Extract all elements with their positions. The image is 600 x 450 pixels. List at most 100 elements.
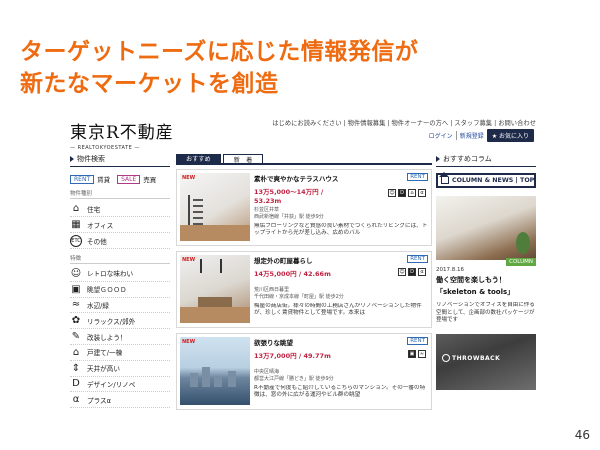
throwback-icon [442, 354, 450, 362]
deal-type-row: RENT 賃貸 SALE 売買 [70, 174, 170, 184]
column-photo[interactable]: COLUMN [436, 196, 536, 266]
column-subtitle[interactable]: 「skeleton & tools」 [436, 287, 536, 297]
feature-icons: ☺ D ⌂ α [388, 189, 426, 197]
rent-label[interactable]: 賃貸 [97, 174, 110, 184]
water-icon: ≈ [418, 350, 426, 358]
listing-title[interactable]: 欲張りな眺望 [254, 337, 428, 347]
listing-area: 53.23m [254, 197, 282, 205]
feature-item[interactable]: ⇕ 天井が高い [70, 361, 170, 377]
website-screenshot: 東京R不動産 — REALTOKYOESTATE — はじめにお読みください |… [70, 114, 536, 432]
column-title[interactable]: 働く空間を楽しもう！ [436, 275, 536, 285]
property-type-list: ⌂ 住宅 ▦ オフィス ETC その他 [70, 201, 170, 249]
feature-item[interactable]: D デザイン/リノベ [70, 377, 170, 393]
login-link[interactable]: ログイン [429, 131, 453, 140]
view-icon: ▣ [408, 350, 416, 358]
page-number: 46 [574, 428, 590, 442]
office-icon: ▦ [71, 219, 81, 230]
tab-recommended[interactable]: おすすめ [176, 154, 221, 163]
triangle-marker-icon [70, 156, 74, 162]
feature-item[interactable]: ✿ リラックス/郊外 [70, 313, 170, 330]
retro-icon: ☺ [398, 268, 406, 276]
tab-new[interactable]: 新 着 [222, 154, 264, 164]
building-shape [190, 373, 198, 387]
feature-item[interactable]: ≈ 水辺/緑 [70, 298, 170, 314]
feature-label: 水辺/緑 [87, 301, 110, 310]
feature-label: デザイン/リノベ [87, 380, 136, 389]
feature-label: 改装しよう！ [87, 333, 127, 342]
listing-price: 13万7,000円 / 49.77m [254, 352, 331, 360]
feature-label: 眺望ＧＯＯＤ [87, 286, 127, 295]
feature-item[interactable]: α プラスα [70, 392, 170, 409]
feature-item[interactable]: ▣ 眺望ＧＯＯＤ [70, 282, 170, 298]
listing-title[interactable]: 想定外の町屋暮らし [254, 255, 428, 265]
view-icon: ▣ [71, 283, 81, 295]
site-logo[interactable]: 東京R不動産 — REALTOKYOESTATE — [70, 118, 180, 151]
column-header: おすすめコラム [436, 154, 536, 167]
floor-shape [180, 307, 250, 323]
type-item[interactable]: ▦ オフィス [70, 217, 170, 233]
listing-photo[interactable]: NEW [180, 337, 250, 405]
design-icon: D [398, 189, 406, 197]
lamp-shape [200, 259, 202, 273]
type-label: オフィス [87, 221, 114, 230]
type-item[interactable]: ETC その他 [70, 233, 170, 249]
house-icon: ⌂ [72, 203, 80, 214]
listing-photo[interactable]: NEW [180, 173, 250, 241]
listing-location: 中央区晴海 都営大江戸線「勝どき」駅 徒歩9分 [254, 369, 334, 382]
register-link[interactable]: 新規登録 [455, 131, 484, 140]
water-icon: ≈ [71, 299, 81, 311]
rent-tag[interactable]: RENT [70, 174, 95, 184]
favorites-button[interactable]: ★ お気に入り [486, 129, 534, 142]
column-news-top-button[interactable]: COLUMN & NEWS | TOP [436, 172, 536, 188]
detached-icon: ⌂ [72, 346, 80, 358]
listing-card[interactable]: NEW 欲張りな眺望 RENT 13万7,000円 / 49.77m ▣ ≈ 中… [176, 333, 432, 410]
listing-info: 欲張りな眺望 RENT 13万7,000円 / 49.77m ▣ ≈ 中央区晴海… [254, 337, 428, 406]
new-badge: NEW [182, 175, 196, 181]
listing-cards: NEW 素朴で爽やかなテラスハウス RENT 13万5,000〜14万円 / 5… [176, 169, 432, 410]
retro-icon: ☺ [388, 189, 396, 197]
rent-badge: RENT [407, 337, 428, 345]
type-item[interactable]: ⌂ 住宅 [70, 201, 170, 217]
logo-text: 東京R不動産 [70, 123, 174, 143]
type-label: その他 [87, 237, 107, 246]
listing-location: 杉並区井草 西武新宿線「井荻」駅 徒歩9分 [254, 207, 324, 220]
resort-icon: ✿ [71, 315, 81, 327]
detached-icon: ⌂ [408, 189, 416, 197]
listing-description: 梅屋の商店街。様々の時間の工務店さんがリノベーションした物件が、珍しく賃貸物件と… [254, 303, 422, 316]
feature-item[interactable]: ✎ 改装しよう！ [70, 329, 170, 345]
new-badge: NEW [182, 257, 196, 263]
building-shape [214, 377, 222, 387]
feature-label: レトロな味わい [87, 270, 134, 279]
plus-icon: α [418, 189, 426, 197]
listing-card[interactable]: NEW 想定外の町屋暮らし RENT 14万5,000円 / 42.66m ☺ … [176, 251, 432, 328]
retro-icon: ☺ [70, 267, 82, 279]
table-shape [198, 297, 232, 307]
feature-item[interactable]: ☺ レトロな味わい [70, 266, 170, 282]
feature-label: 戸建て/一棟 [87, 349, 123, 358]
top-nav-links[interactable]: はじめにお読みください | 物件情報募集 | 物件オーナーの方へ | スタッフ募… [270, 118, 536, 127]
listing-card[interactable]: NEW 素朴で爽やかなテラスハウス RENT 13万5,000〜14万円 / 5… [176, 169, 432, 246]
feature-icons: ☺ D α [398, 268, 426, 276]
listing-photo[interactable]: NEW [180, 255, 250, 323]
sale-tag[interactable]: SALE [117, 174, 141, 184]
design-icon: D [72, 378, 80, 390]
property-search-panel: 物件検索 RENT 賃貸 SALE 売買 物件種別 ⌂ 住宅 ▦ オフィス ETC その他… [70, 154, 170, 409]
sale-label[interactable]: 売買 [143, 174, 156, 184]
column-description: リノベーションでオフィスを自由に作る空間として、企画部の数社パッケージが登場です [436, 302, 535, 323]
building-shape [202, 367, 210, 387]
feature-icons: ▣ ≈ [408, 350, 426, 358]
rent-badge: RENT [407, 255, 428, 263]
high-ceiling-icon: ⇕ [71, 362, 81, 374]
account-actions: ログイン 新規登録 ★ お気に入り [429, 129, 534, 142]
feature-item[interactable]: ⌂ 戸建て/一棟 [70, 345, 170, 361]
throwback-photo[interactable]: THROWBACK [436, 334, 536, 390]
throwback-label: THROWBACK [442, 354, 500, 362]
recommended-column-panel: おすすめコラム COLUMN & NEWS | TOP COLUMN 2017.… [436, 154, 536, 432]
feature-label: プラスα [87, 396, 111, 405]
plus-icon: α [418, 268, 426, 276]
listing-title[interactable]: 素朴で爽やかなテラスハウス [254, 173, 428, 183]
new-badge: NEW [182, 339, 196, 345]
house-icon [439, 172, 449, 184]
lamp-shape [220, 259, 222, 273]
listing-tabs: おすすめ 新 着 [176, 154, 432, 165]
